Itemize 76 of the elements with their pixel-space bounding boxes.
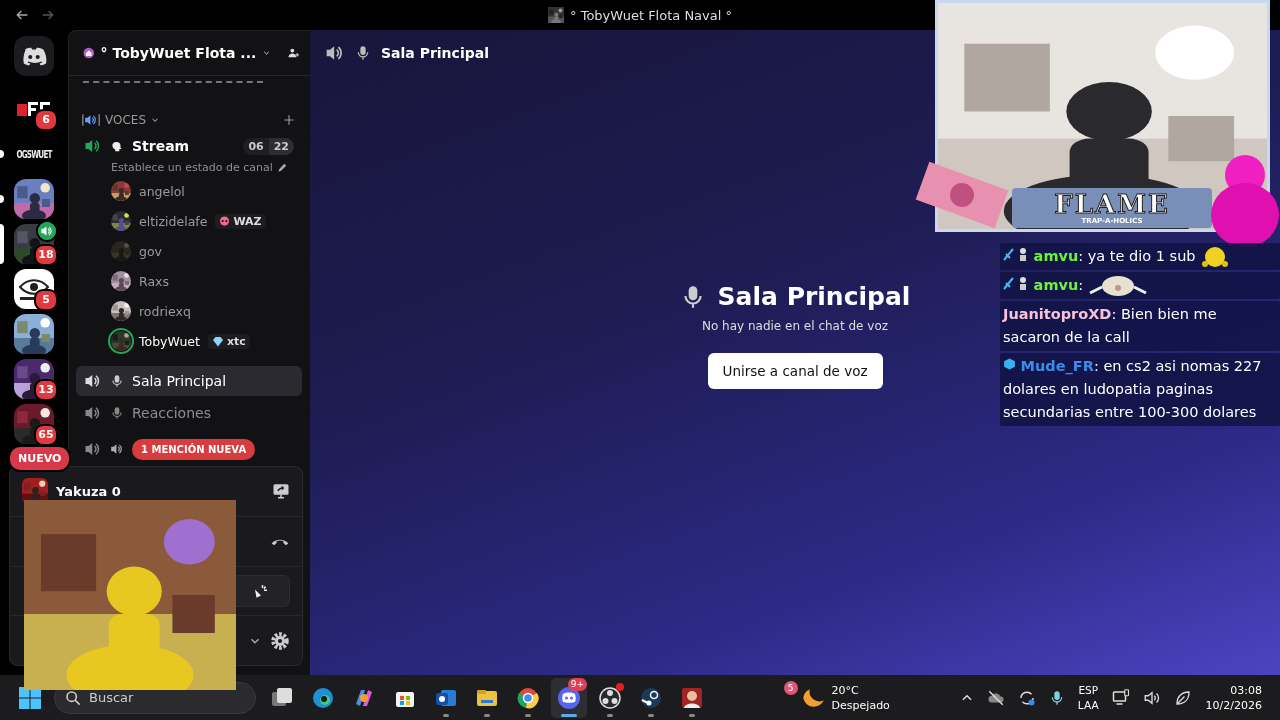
notification-dot-icon (616, 682, 624, 691)
mic-icon (110, 374, 124, 388)
network-icon[interactable] (1111, 688, 1130, 707)
member-name[interactable]: rodriexq (139, 303, 191, 319)
plus-icon[interactable] (282, 113, 296, 127)
member-name[interactable]: TobyWuet (139, 333, 200, 349)
join-voice-button[interactable]: Unirse a canal de voz (707, 353, 883, 389)
speaker-icon (81, 113, 101, 127)
sync-icon[interactable] (1017, 688, 1036, 707)
category-label[interactable]: VOCES (105, 113, 147, 127)
channel-status-hint[interactable]: Establece un estado de canal (111, 161, 273, 174)
browser-icon (311, 685, 335, 710)
recorder-icon (598, 685, 622, 710)
leaf-icon[interactable] (1173, 688, 1192, 707)
window-title: ° TobyWuet Flota Naval ° (570, 7, 732, 23)
speaker-icon (84, 372, 102, 390)
volume-icon[interactable] (1142, 688, 1161, 707)
weather-condition: Despejado (831, 697, 890, 713)
member-name[interactable]: gov (139, 243, 162, 259)
voice-channel[interactable]: Sala Principal (76, 366, 302, 396)
game-icon (680, 685, 704, 710)
cloud-off-icon[interactable] (986, 688, 1005, 707)
pencil-icon[interactable] (276, 162, 288, 173)
settings-icon[interactable] (270, 630, 290, 651)
mic-icon (355, 45, 371, 61)
mic-icon (110, 406, 124, 420)
unread-badge: 13 (34, 379, 58, 401)
speaker-icon (110, 442, 124, 456)
voice-channel[interactable]: Reacciones (76, 398, 302, 428)
member-tag: WAZ (215, 213, 266, 229)
mention-pill[interactable]: 1 MENCIÓN NUEVA (132, 438, 256, 460)
chat-app-icon (557, 685, 581, 710)
cat-icon (1087, 275, 1148, 297)
monitor-icon[interactable] (272, 482, 290, 501)
speaker-icon (84, 404, 102, 422)
cube-icon (1003, 357, 1016, 371)
speaker-icon (84, 137, 102, 155)
member-name[interactable]: eltizidelafe (139, 213, 208, 229)
server-name[interactable]: ° TobyWuet Flota ... (100, 45, 257, 61)
notification-badge: 9+ (567, 677, 587, 691)
chat-message: amvu: ya te dio 1 sub (1000, 243, 1280, 270)
badge-icons (1003, 247, 1029, 261)
unread-badge: 65 (34, 424, 58, 446)
member-name[interactable]: Raxs (139, 273, 169, 289)
channel-title: Sala Principal (381, 45, 489, 61)
clock[interactable]: 03:08 10/2/2026 (1205, 682, 1262, 713)
weather-temperature: 20°C (831, 682, 860, 698)
member-name[interactable]: angelol (139, 183, 185, 199)
unread-badge: 18 (34, 244, 58, 266)
search-icon (65, 689, 81, 706)
banner-title: FLAME (1054, 190, 1170, 217)
activity-name: Yakuza 0 (56, 483, 121, 499)
chat-message: JuanitoproXD: Bien bien me sacaron de la call (1000, 301, 1280, 351)
empty-state-text: No hay nadie en el chat de voz (701, 319, 889, 333)
unread-badge: 6 (34, 109, 58, 131)
voice-channel[interactable]: Stream 06 22 (76, 131, 302, 161)
diamond-icon (211, 335, 224, 347)
logo-icon (21, 46, 47, 66)
unread-badge: 5 (34, 289, 58, 311)
chat-message: amvu: (1000, 272, 1280, 299)
user-count: 06 22 (243, 137, 294, 155)
game-launcher-icon (639, 685, 663, 710)
empty-state-title: Sala Principal (717, 282, 911, 311)
badge-icons (1003, 276, 1029, 290)
input-language[interactable]: ESP LAA (1077, 682, 1099, 713)
browser-icon (516, 685, 540, 710)
home-button[interactable] (14, 36, 54, 76)
chat-message: Mude_FR: en cs2 asi nomas 227 dolares en ludopatia paginas secundarias entre 100-300 dolares (1000, 353, 1280, 426)
smiley-icon (1200, 246, 1231, 268)
server-logo[interactable]: OGSWUET (16, 148, 52, 160)
member-tag: xtc (207, 333, 250, 349)
taskbar-app[interactable]: 9+ (551, 677, 587, 718)
weather-badge: 5 (783, 680, 798, 695)
new-pill[interactable]: NUEVO (8, 445, 72, 472)
speech-head-icon (110, 139, 124, 153)
skull-icon (219, 215, 231, 227)
